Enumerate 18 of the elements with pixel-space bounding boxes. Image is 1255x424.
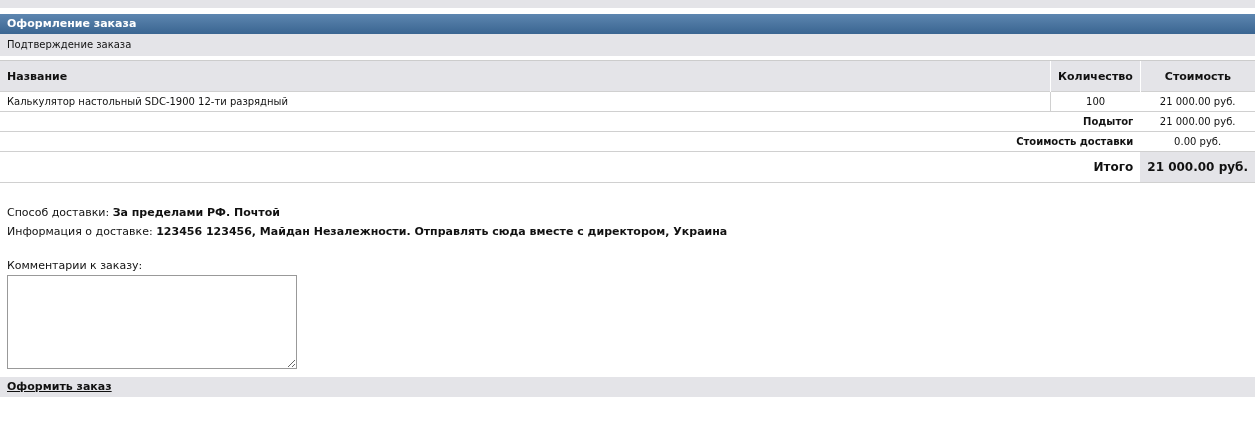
submit-link[interactable]: Оформить заказ xyxy=(7,380,112,393)
table-cell: 21 000.00 руб. xyxy=(1140,111,1255,132)
delivery-info: Информация о доставке: 123456 123456, Майдан Незалежности. Отправлять сюда вместе с директором, Украина xyxy=(7,224,729,240)
table-cell: 21 000.00 руб. xyxy=(1140,91,1255,112)
table-cell: Калькулятор настольный SDC-1900 12-ти разрядный xyxy=(0,91,1051,112)
comment-field[interactable] xyxy=(7,275,297,369)
column-header: Стоимость xyxy=(1140,60,1255,92)
column-header: Количество xyxy=(1050,60,1141,92)
section-header: Оформление заказа xyxy=(0,14,1255,34)
section-subheader: Подтверждение заказа xyxy=(0,34,1255,56)
total-value: 21 000.00 руб. xyxy=(1140,151,1255,183)
comment-label: Комментарии к заказу: xyxy=(6,259,144,272)
summary-label: Итого xyxy=(1093,160,1134,174)
summary-label: Подытог xyxy=(1083,116,1134,127)
column-header: Название xyxy=(0,60,1051,92)
summary-label: Стоимость доставки xyxy=(1016,136,1134,147)
delivery-info: Способ доставки: За пределами РФ. Почтой xyxy=(7,205,281,221)
table-cell: 100 xyxy=(1050,91,1141,112)
